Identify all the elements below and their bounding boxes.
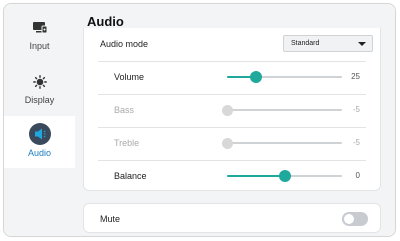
sidebar-item-label: Audio bbox=[27, 148, 52, 158]
slider-thumb[interactable] bbox=[222, 138, 233, 149]
audio-mode-dropdown[interactable]: Standard bbox=[283, 35, 373, 52]
input-icon bbox=[32, 21, 48, 39]
bass-value: -5 bbox=[352, 105, 360, 114]
volume-value: 25 bbox=[351, 72, 360, 81]
audio-mode-row: Audio mode Standard bbox=[84, 28, 380, 61]
audio-mode-selected: Standard bbox=[291, 40, 320, 47]
audio-settings-window: Input Display Audio Audio Audio mode Sta… bbox=[3, 3, 396, 237]
balance-row: Balance 0 bbox=[84, 160, 380, 193]
balance-slider[interactable] bbox=[227, 170, 342, 182]
settings-panel: Audio Audio mode Standard Volume 25 Bass… bbox=[75, 4, 395, 236]
treble-label: Treble bbox=[114, 138, 140, 148]
bass-label: Bass bbox=[114, 105, 135, 115]
mute-label: Mute bbox=[100, 214, 121, 224]
slider-track bbox=[227, 109, 342, 111]
balance-label: Balance bbox=[114, 171, 147, 181]
toggle-knob bbox=[344, 214, 354, 224]
slider-thumb[interactable] bbox=[249, 71, 262, 83]
sidebar-item-display[interactable]: Display bbox=[4, 66, 75, 118]
sidebar-item-input[interactable]: Input bbox=[4, 12, 75, 64]
audio-settings-card: Audio mode Standard Volume 25 Bass -5 Tr… bbox=[83, 28, 381, 191]
page-title: Audio bbox=[87, 14, 124, 29]
volume-slider[interactable] bbox=[227, 71, 342, 83]
brightness-icon bbox=[32, 75, 47, 94]
mute-toggle[interactable] bbox=[342, 212, 368, 226]
volume-row: Volume 25 bbox=[84, 61, 380, 94]
bass-slider[interactable] bbox=[222, 104, 342, 116]
sidebar: Input Display Audio bbox=[4, 4, 75, 236]
speaker-icon bbox=[28, 123, 51, 150]
slider-thumb[interactable] bbox=[222, 105, 233, 116]
audio-mode-label: Audio mode bbox=[100, 39, 149, 49]
bass-row: Bass -5 bbox=[84, 94, 380, 127]
slider-thumb[interactable] bbox=[278, 170, 291, 182]
sidebar-item-label: Display bbox=[24, 95, 55, 105]
sidebar-item-audio[interactable]: Audio bbox=[4, 116, 75, 168]
treble-value: -5 bbox=[352, 138, 360, 147]
volume-label: Volume bbox=[114, 72, 145, 82]
treble-slider[interactable] bbox=[222, 137, 342, 149]
balance-value: 0 bbox=[355, 171, 360, 180]
mute-card: Mute bbox=[83, 203, 381, 233]
slider-track bbox=[227, 142, 342, 144]
mute-row: Mute bbox=[84, 204, 380, 234]
treble-row: Treble -5 bbox=[84, 127, 380, 160]
chevron-down-icon bbox=[358, 42, 366, 46]
slider-fill bbox=[227, 175, 285, 177]
sidebar-item-label: Input bbox=[29, 41, 50, 51]
